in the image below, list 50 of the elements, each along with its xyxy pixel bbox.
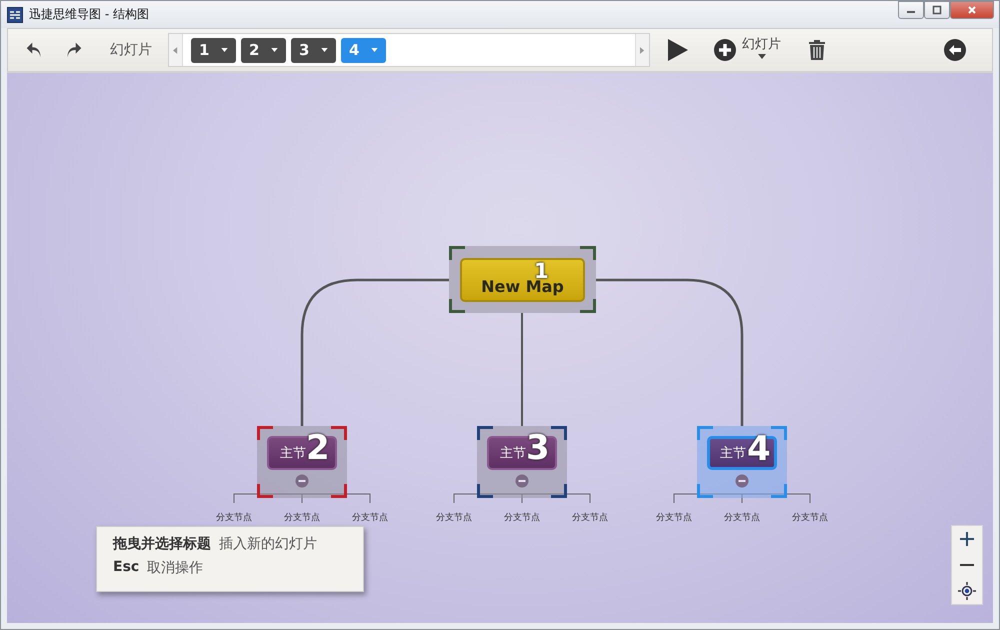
slides-label: 幻灯片 <box>110 41 152 59</box>
hint-shortcut: Esc <box>113 559 140 577</box>
branch-topic[interactable]: 分支节点 <box>340 511 400 524</box>
branch-topic[interactable]: 分支节点 <box>272 511 332 524</box>
slide-frame[interactable]: New Map 1 <box>449 246 596 313</box>
plus-icon <box>714 39 736 61</box>
app-icon <box>7 6 23 22</box>
branch-topic[interactable]: 分支节点 <box>712 511 772 524</box>
branch-topic[interactable]: 分支节点 <box>780 511 840 524</box>
slide-frame[interactable]: 主节3 <box>477 426 567 498</box>
slide-frame[interactable]: 主节 2 <box>257 426 347 498</box>
main-topic[interactable]: 主节 4 <box>707 436 777 470</box>
collapse-icon[interactable] <box>295 474 309 488</box>
caret-icon[interactable] <box>221 48 228 52</box>
maximize-icon <box>932 5 942 15</box>
trash-icon <box>809 40 825 60</box>
play-icon <box>668 39 688 61</box>
minimize-button[interactable] <box>898 1 924 19</box>
branch-topic[interactable]: 分支节点 <box>644 511 704 524</box>
slide-tab[interactable]: 1 <box>191 38 236 62</box>
root-topic[interactable]: New Map 1 <box>460 258 585 302</box>
branch-topic[interactable]: 分支节点 <box>492 511 552 524</box>
slide-frame[interactable]: 主节 4 <box>697 426 787 498</box>
slide-tab[interactable]: 3 <box>291 38 336 62</box>
back-icon <box>944 39 966 61</box>
main-topic[interactable]: 主节 2 <box>267 436 337 470</box>
caret-icon <box>758 54 766 59</box>
zoom-in-icon <box>959 531 975 547</box>
close-icon <box>967 5 977 15</box>
branch-topic[interactable]: 分支节点 <box>560 511 620 524</box>
caret-icon[interactable] <box>321 48 328 52</box>
close-button[interactable] <box>950 1 994 19</box>
add-slide-button[interactable]: 幻灯片 <box>714 35 781 65</box>
window-title: 迅捷思维导图 - 结构图 <box>29 6 149 23</box>
hint-text: 插入新的幻灯片 <box>219 535 317 553</box>
hint-shortcut: 拖曳并选择标题 <box>113 535 211 553</box>
right-arrow-icon <box>640 46 645 54</box>
scroll-right-button[interactable] <box>635 34 649 66</box>
target-icon <box>958 582 976 600</box>
collapse-icon[interactable] <box>735 474 749 488</box>
collapse-icon[interactable] <box>515 474 529 488</box>
branch-topic[interactable]: 分支节点 <box>424 511 484 524</box>
maximize-button[interactable] <box>924 1 950 19</box>
main-topic[interactable]: 主节3 <box>487 436 557 470</box>
hint-text: 取消操作 <box>147 559 204 577</box>
scroll-left-button[interactable] <box>169 34 183 66</box>
caret-icon[interactable] <box>271 48 278 52</box>
branch-topic[interactable]: 分支节点 <box>204 511 264 524</box>
left-arrow-icon <box>173 46 178 54</box>
slide-tab[interactable]: 2 <box>241 38 286 62</box>
